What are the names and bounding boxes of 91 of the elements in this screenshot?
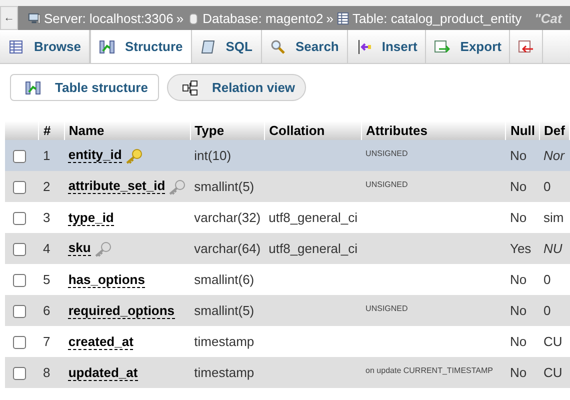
column-name[interactable]: has_options — [68, 272, 145, 288]
default-cell: CU — [544, 334, 562, 349]
attributes-cell: UNSIGNED — [366, 180, 408, 189]
type-cell: smallint(5) — [194, 179, 254, 194]
null-cell: No — [510, 365, 527, 380]
null-cell: No — [510, 303, 527, 318]
column-header: Type — [194, 123, 224, 138]
default-cell: CU — [544, 365, 562, 380]
row-checkbox[interactable] — [13, 304, 26, 318]
tab[interactable]: Insert — [348, 30, 426, 63]
row-checkbox[interactable] — [13, 274, 26, 286]
database-icon — [186, 12, 200, 24]
subtab-button[interactable]: Table structure — [10, 74, 159, 101]
structure-icon — [98, 38, 115, 54]
row-checkbox[interactable] — [13, 212, 26, 224]
breadcrumb-separator: » — [326, 10, 334, 26]
row-checkbox[interactable] — [13, 150, 26, 162]
key-icon — [168, 178, 186, 195]
null-cell: No — [510, 272, 527, 287]
default-cell: Nor — [544, 148, 564, 163]
attributes-cell: UNSIGNED — [366, 304, 408, 313]
type-cell: smallint(5) — [194, 303, 254, 318]
column-header: Null — [510, 123, 536, 138]
collation-cell: utf8_general_ci — [268, 210, 358, 225]
monitor-icon — [28, 12, 41, 24]
tab[interactable]: Browse — [0, 30, 90, 63]
type-cell: int(10) — [194, 148, 232, 163]
table-icon — [336, 12, 350, 24]
type-cell: timestamp — [194, 334, 254, 349]
row-checkbox[interactable] — [13, 180, 26, 194]
table-icon — [8, 38, 24, 54]
breadcrumb-separator: » — [176, 10, 184, 26]
relation-icon — [182, 80, 198, 96]
column-header: # — [43, 123, 51, 138]
tab[interactable]: Export — [426, 30, 510, 63]
breadcrumb-link[interactable]: Table: catalog_product_entity — [352, 10, 522, 26]
key-icon — [124, 148, 143, 164]
attributes-cell: UNSIGNED — [366, 149, 408, 158]
row-number: 1 — [42, 148, 50, 163]
tab[interactable]: Search — [262, 30, 348, 63]
row-number: 4 — [42, 241, 50, 256]
default-cell: 0 — [544, 272, 551, 287]
default-cell: sim — [544, 210, 564, 225]
column-header: Collation — [269, 123, 325, 138]
row-number: 2 — [42, 179, 50, 194]
type-cell: varchar(64) — [194, 241, 261, 256]
import-icon — [518, 38, 534, 54]
type-cell: varchar(32) — [194, 210, 261, 225]
row-checkbox[interactable] — [13, 242, 26, 256]
row-number: 8 — [42, 365, 50, 380]
type-cell: smallint(6) — [194, 272, 254, 287]
null-cell: No — [510, 334, 527, 349]
column-name[interactable]: entity_id — [68, 148, 122, 164]
default-cell: 0 — [544, 179, 551, 194]
column-name[interactable]: type_id — [68, 210, 114, 226]
collation-cell: utf8_general_ci — [268, 241, 358, 256]
breadcrumb-link[interactable]: Server: localhost:3306 — [44, 10, 174, 26]
tab[interactable]: Structure — [90, 30, 192, 63]
table-comment: "Cat — [534, 10, 562, 26]
column-header: Def — [544, 123, 565, 138]
row-number: 5 — [42, 272, 50, 287]
row-number: 7 — [42, 334, 50, 349]
attributes-cell: on update CURRENT_TIMESTAMP — [366, 366, 493, 375]
subtab-button[interactable]: Relation view — [166, 74, 306, 101]
export-icon — [434, 38, 450, 54]
null-cell: No — [510, 210, 527, 225]
search-icon — [270, 38, 286, 54]
column-header: Attributes — [366, 123, 428, 138]
column-name[interactable]: sku — [68, 241, 91, 256]
null-cell: No — [510, 179, 527, 194]
back-button[interactable]: ← — [0, 6, 18, 30]
row-checkbox[interactable] — [13, 336, 26, 348]
row-checkbox[interactable] — [13, 366, 26, 380]
null-cell: No — [510, 148, 527, 163]
column-name[interactable]: updated_at — [68, 366, 138, 381]
column-name[interactable]: required_options — [68, 304, 175, 319]
row-number: 6 — [42, 303, 50, 318]
column-name[interactable]: attribute_set_id — [68, 179, 166, 194]
structure-icon — [25, 80, 41, 96]
null-cell: Yes — [510, 241, 532, 256]
key-icon — [94, 240, 112, 257]
insert-icon — [356, 38, 372, 54]
row-number: 3 — [42, 210, 50, 225]
default-cell: NU — [544, 241, 562, 256]
breadcrumb-link[interactable]: Database: magento2 — [202, 10, 324, 26]
scroll-icon — [200, 38, 216, 54]
column-name[interactable]: created_at — [68, 334, 134, 350]
column-header: Name — [68, 123, 104, 138]
tab[interactable]: SQL — [192, 30, 262, 63]
type-cell: timestamp — [194, 365, 254, 380]
default-cell: 0 — [544, 303, 551, 318]
